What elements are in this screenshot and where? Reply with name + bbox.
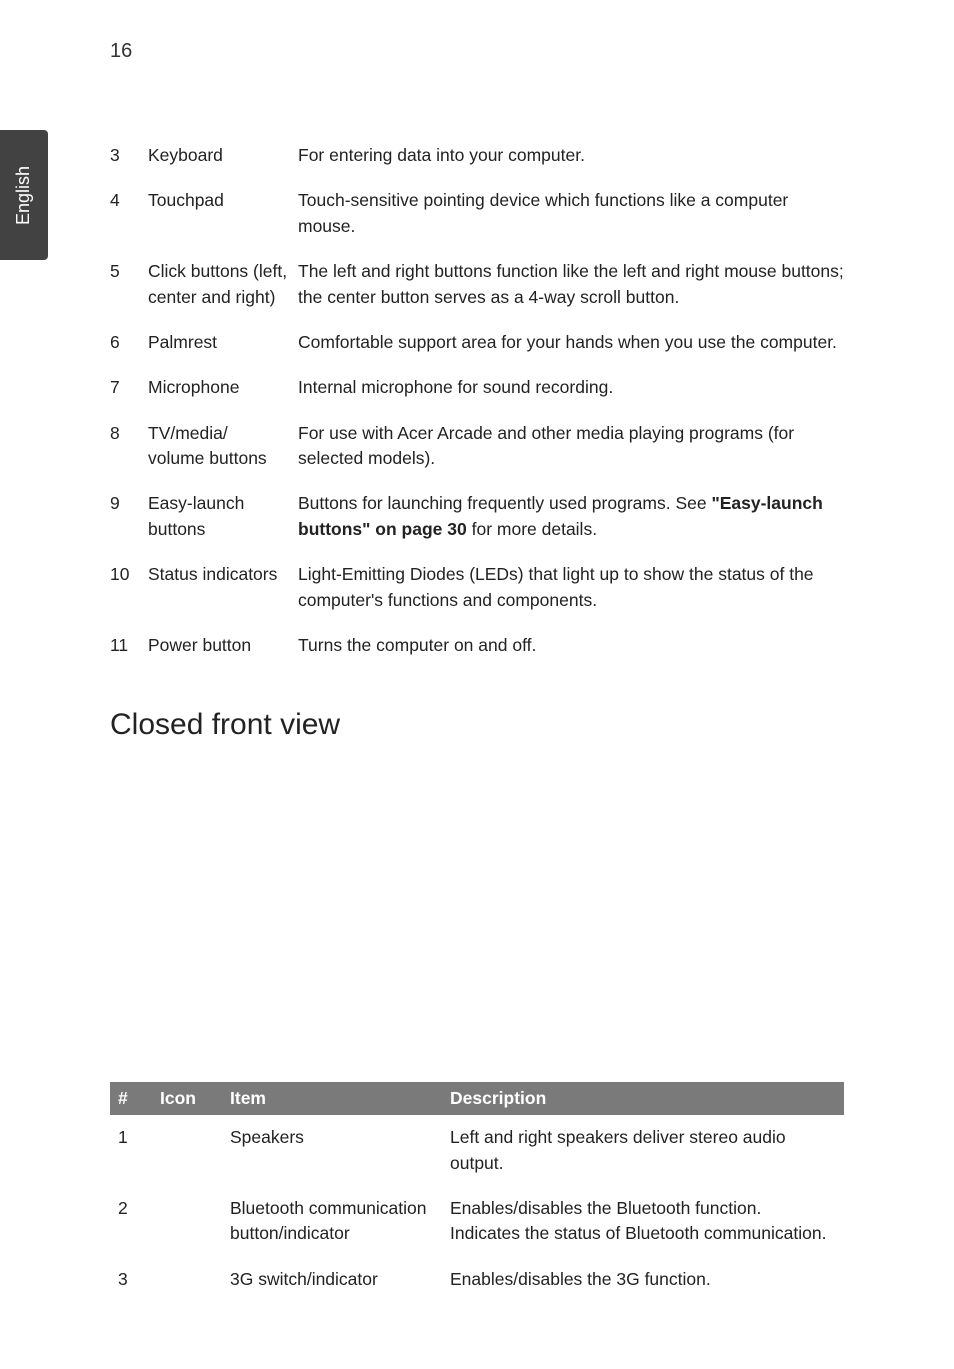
item-number: 10 <box>110 562 148 587</box>
item-name: Power button <box>148 633 298 658</box>
section-heading: Closed front view <box>110 708 844 742</box>
language-tab-label: English <box>14 165 35 224</box>
item-description: Light-Emitting Diodes (LEDs) that light … <box>298 562 844 613</box>
list-item: 11 Power button Turns the computer on an… <box>110 633 844 658</box>
item-number: 3 <box>110 143 148 168</box>
table-row: 1 Speakers Left and right speakers deliv… <box>110 1115 844 1186</box>
item-number: 5 <box>110 259 148 284</box>
component-list: 3 Keyboard For entering data into your c… <box>110 143 844 658</box>
components-table: # Icon Item Description 1 Speakers Left … <box>110 1082 844 1302</box>
item-number: 4 <box>110 188 148 213</box>
th-icon: Icon <box>152 1082 222 1115</box>
th-description: Description <box>442 1082 844 1115</box>
item-description: Touch-sensitive pointing device which fu… <box>298 188 844 239</box>
item-name: TV/media/ volume buttons <box>148 421 298 472</box>
td-icon <box>152 1186 222 1257</box>
table-header-row: # Icon Item Description <box>110 1082 844 1115</box>
item-description: Turns the computer on and off. <box>298 633 844 658</box>
list-item: 10 Status indicators Light-Emitting Diod… <box>110 562 844 613</box>
th-item: Item <box>222 1082 442 1115</box>
td-item: Speakers <box>222 1115 442 1186</box>
list-item: 4 Touchpad Touch-sensitive pointing devi… <box>110 188 844 239</box>
item-number: 9 <box>110 491 148 516</box>
language-tab: English <box>0 130 48 260</box>
td-num: 1 <box>110 1115 152 1186</box>
td-num: 3 <box>110 1257 152 1302</box>
item-description: Comfortable support area for your hands … <box>298 330 844 355</box>
list-item: 3 Keyboard For entering data into your c… <box>110 143 844 168</box>
td-desc: Enables/disables the Bluetooth function.… <box>442 1186 844 1257</box>
desc-text: for more details. <box>467 519 597 539</box>
item-description: For use with Acer Arcade and other media… <box>298 421 844 472</box>
item-number: 7 <box>110 375 148 400</box>
item-name: Easy-launch buttons <box>148 491 298 542</box>
page-number: 16 <box>110 40 844 63</box>
item-name: Microphone <box>148 375 298 400</box>
item-name: Status indicators <box>148 562 298 587</box>
list-item: 5 Click buttons (left, center and right)… <box>110 259 844 310</box>
td-item: 3G switch/indicator <box>222 1257 442 1302</box>
td-desc: Left and right speakers deliver stereo a… <box>442 1115 844 1186</box>
item-number: 8 <box>110 421 148 446</box>
list-item: 7 Microphone Internal microphone for sou… <box>110 375 844 400</box>
item-name: Click buttons (left, center and right) <box>148 259 298 310</box>
item-name: Touchpad <box>148 188 298 213</box>
td-item: Bluetooth communication button/indicator <box>222 1186 442 1257</box>
item-description: The left and right buttons function like… <box>298 259 844 310</box>
desc-text: Buttons for launching frequently used pr… <box>298 493 711 513</box>
item-description: Internal microphone for sound recording. <box>298 375 844 400</box>
td-desc: Enables/disables the 3G function. <box>442 1257 844 1302</box>
item-description: For entering data into your computer. <box>298 143 844 168</box>
item-description: Buttons for launching frequently used pr… <box>298 491 844 542</box>
th-hash: # <box>110 1082 152 1115</box>
list-item: 9 Easy-launch buttons Buttons for launch… <box>110 491 844 542</box>
item-name: Palmrest <box>148 330 298 355</box>
table-row: 2 Bluetooth communication button/indicat… <box>110 1186 844 1257</box>
list-item: 8 TV/media/ volume buttons For use with … <box>110 421 844 472</box>
item-number: 11 <box>110 633 148 658</box>
td-num: 2 <box>110 1186 152 1257</box>
td-icon <box>152 1257 222 1302</box>
item-name: Keyboard <box>148 143 298 168</box>
list-item: 6 Palmrest Comfortable support area for … <box>110 330 844 355</box>
table-row: 3 3G switch/indicator Enables/disables t… <box>110 1257 844 1302</box>
td-icon <box>152 1115 222 1186</box>
item-number: 6 <box>110 330 148 355</box>
